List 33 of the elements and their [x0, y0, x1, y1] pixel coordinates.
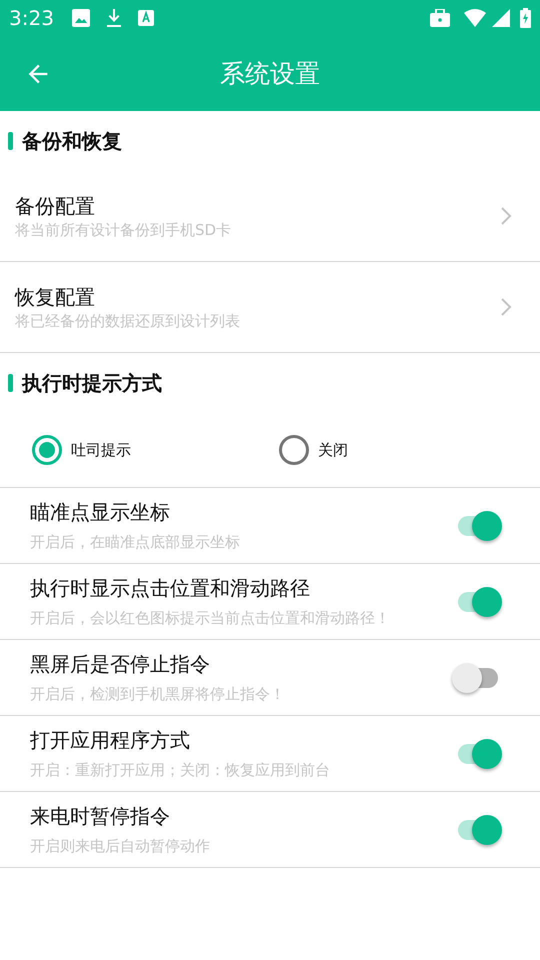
- section-title: 执行时提示方式: [22, 370, 162, 397]
- section-marker: [8, 132, 13, 150]
- section-marker: [8, 374, 13, 392]
- image-icon: [72, 9, 90, 27]
- settings-row[interactable]: 备份配置 将当前所有设计备份到手机SD卡: [0, 171, 540, 262]
- setting-description: 开启后，检测到手机黑屏将停止指令！: [30, 684, 286, 704]
- radio-option[interactable]: 吐司提示: [32, 435, 279, 465]
- settings-row[interactable]: 恢复配置 将已经备份的数据还原到设计列表: [0, 262, 540, 353]
- briefcase-icon: [430, 9, 450, 27]
- setting-title: 打开应用程序方式: [30, 726, 191, 754]
- setting-title: 执行时显示点击位置和滑动路径: [30, 574, 311, 602]
- chevron-right-icon: [500, 297, 512, 317]
- setting-description: 开启则来电后自动暂停动作: [30, 836, 211, 856]
- setting-title: 黑屏后是否停止指令: [30, 650, 211, 678]
- row-subtitle: 将当前所有设计备份到手机SD卡: [15, 220, 232, 240]
- font-icon: [138, 10, 154, 26]
- row-title: 恢复配置: [15, 284, 96, 311]
- setting-description: 开启：重新打开应用；关闭：恢复应用到前台: [30, 760, 331, 780]
- setting-title: 来电时暂停指令: [30, 802, 171, 830]
- battery-charging-icon: [520, 8, 531, 28]
- section-title: 备份和恢复: [22, 128, 122, 155]
- radio-option[interactable]: 关闭: [279, 435, 526, 465]
- row-subtitle: 将已经备份的数据还原到设计列表: [15, 311, 241, 331]
- signal-icon: [492, 9, 510, 27]
- wifi-icon: [464, 9, 486, 27]
- chevron-right-icon: [500, 206, 512, 226]
- download-icon: [106, 8, 122, 28]
- status-time: 3:23: [9, 5, 54, 32]
- row-title: 备份配置: [15, 193, 96, 220]
- setting-title: 瞄准点显示坐标: [30, 498, 171, 526]
- setting-description: 开启后，在瞄准点底部显示坐标: [30, 532, 241, 552]
- setting-description: 开启后，会以红色图标提示当前点击位置和滑动路径！: [30, 608, 391, 628]
- page-title: 系统设置: [220, 58, 320, 90]
